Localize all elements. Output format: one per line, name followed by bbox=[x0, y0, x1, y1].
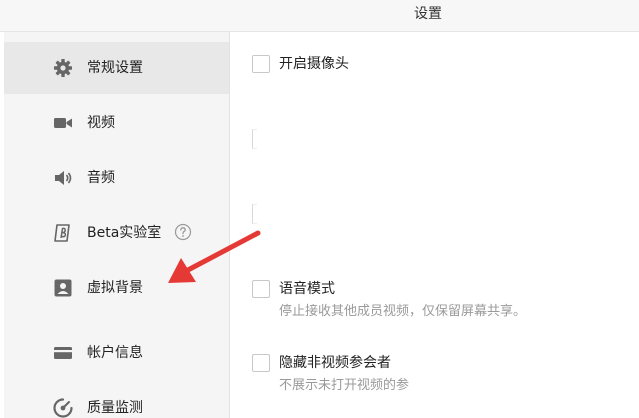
speaker-icon bbox=[55, 171, 72, 185]
sidebar-item-label: 常规设置 bbox=[87, 60, 143, 76]
enable-camera-checkbox[interactable] bbox=[252, 55, 270, 73]
sidebar-item-label: 质量监测 bbox=[87, 400, 143, 416]
sidebar-item-label: 帐户信息 bbox=[87, 345, 143, 361]
video-camera-icon bbox=[54, 118, 72, 128]
sidebar-item-quality-monitor[interactable]: 质量监测 bbox=[4, 382, 229, 418]
settings-sidebar: 常规设置 视频 音频 Beta实验室 虚拟背景 帐户信息 质量监测 bbox=[4, 32, 230, 418]
settings-window: 设置 常规设置 视频 音频 Beta实验室 虚拟背景 帐户信息 质量监测 开启摄… bbox=[0, 0, 639, 418]
sidebar-item-label: Beta实验室 bbox=[87, 225, 162, 241]
sidebar-item-label: 音频 bbox=[87, 170, 115, 186]
hide-non-video-checkbox[interactable] bbox=[252, 354, 270, 372]
sidebar-item-label: 虚拟背景 bbox=[87, 280, 143, 296]
enable-camera-label: 开启摄像头 bbox=[279, 56, 349, 72]
voice-mode-label: 语音模式 bbox=[279, 281, 335, 297]
beta-icon bbox=[54, 224, 70, 242]
sidebar-item-general[interactable]: 常规设置 bbox=[4, 42, 229, 94]
person-portrait-icon bbox=[54, 279, 72, 297]
sidebar-item-audio[interactable]: 音频 bbox=[4, 152, 229, 204]
hidden-control-edge bbox=[252, 129, 257, 149]
voice-mode-checkbox[interactable] bbox=[252, 280, 270, 298]
hide-non-video-label: 隐藏非视频参会者 bbox=[279, 355, 391, 371]
sidebar-item-beta-lab[interactable]: Beta实验室 bbox=[4, 207, 229, 259]
question-circle-icon[interactable] bbox=[174, 223, 192, 241]
gear-icon bbox=[54, 59, 72, 77]
sidebar-item-video[interactable]: 视频 bbox=[4, 97, 229, 149]
settings-content: 开启摄像头 语音模式 停止接收其他成员视频，仅保留屏幕共享。 隐藏非视频参会者 … bbox=[230, 32, 639, 418]
hide-non-video-description: 不展示未打开视频的参 bbox=[279, 378, 410, 393]
gauge-icon bbox=[53, 398, 73, 418]
card-icon bbox=[54, 347, 72, 359]
sidebar-item-label: 视频 bbox=[87, 115, 115, 131]
window-title: 设置 bbox=[414, 6, 442, 22]
title-bar: 设置 bbox=[0, 0, 639, 32]
voice-mode-description: 停止接收其他成员视频，仅保留屏幕共享。 bbox=[279, 304, 527, 319]
hidden-control-edge bbox=[252, 204, 257, 224]
sidebar-item-virtual-background[interactable]: 虚拟背景 bbox=[4, 262, 229, 314]
sidebar-item-account[interactable]: 帐户信息 bbox=[4, 327, 229, 379]
